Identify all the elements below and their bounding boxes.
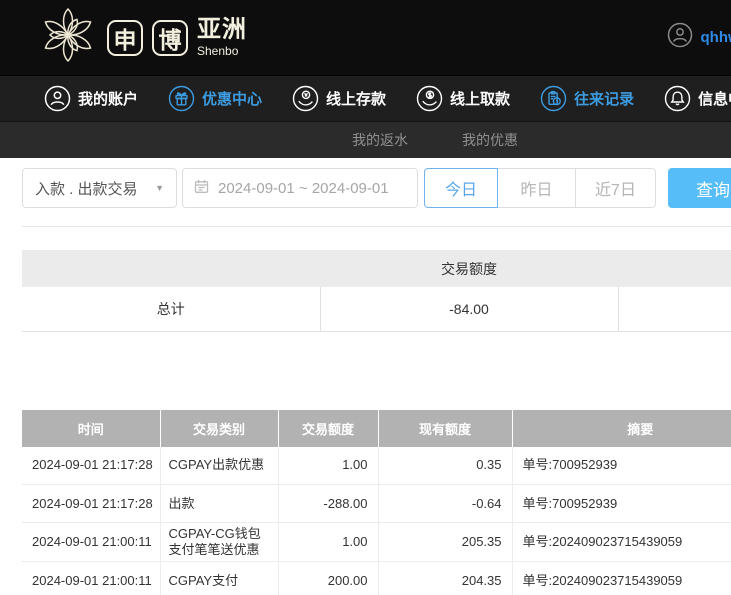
nav-item-label: 线上取款 [450, 88, 510, 109]
transaction-type-select[interactable]: 入款 . 出款交易 ▼ [22, 168, 177, 208]
cell-memo: 单号:202409023715439059 [512, 562, 731, 595]
nav-item-promotions[interactable]: 优惠中心 [168, 85, 262, 112]
search-button[interactable]: 查询 [668, 168, 731, 208]
sub-nav: 我的返水 我的优惠 [0, 121, 731, 158]
last-7-days-button[interactable]: 近7日 [575, 168, 656, 208]
nav-item-my-account[interactable]: 我的账户 [44, 85, 138, 112]
transactions-table: 时间 交易类别 交易额度 现有额度 摘要 2024-09-01 21:17:28… [22, 410, 731, 595]
calendar-icon [194, 179, 209, 198]
table-row: 2024-09-01 21:17:28 CGPAY出款优惠 1.00 0.35 … [22, 447, 731, 485]
col-header-amount: 交易额度 [278, 410, 378, 447]
cell-time: 2024-09-01 21:00:11 [22, 562, 160, 595]
chevron-down-icon: ▼ [155, 183, 164, 193]
top-header: 申 博 亚洲 Shenbo qhhw2 [0, 0, 731, 75]
transaction-type-value: 入款 . 出款交易 [35, 178, 138, 199]
nav-item-label: 往来记录 [574, 88, 634, 109]
withdraw-hand-coin-icon [416, 85, 443, 112]
logo-char-box-1: 申 [107, 20, 143, 56]
table-row: 2024-09-01 21:00:11 CGPAY-CG钱包支付笔笔送优惠 1.… [22, 523, 731, 562]
table-row: 2024-09-01 21:00:11 CGPAY支付 200.00 204.3… [22, 562, 731, 595]
browser-viewport: 申 博 亚洲 Shenbo qhhw2 [0, 0, 731, 595]
col-header-time: 时间 [22, 410, 160, 447]
main-nav: 我的账户 优惠中心 [0, 75, 731, 121]
col-header-balance: 现有额度 [378, 410, 512, 447]
summary-header-amount: 交易额度 [320, 250, 618, 287]
cell-time: 2024-09-01 21:17:28 [22, 447, 160, 485]
filter-row: 入款 . 出款交易 ▼ 2024-09-01 ~ 2024-09-01 今日 昨… [22, 168, 731, 208]
page: 申 博 亚洲 Shenbo qhhw2 [0, 0, 731, 595]
user-block[interactable]: qhhw2 [667, 22, 731, 53]
nav-item-label: 线上存款 [326, 88, 386, 109]
nav-item-messages[interactable]: 信息中心 [664, 85, 731, 112]
subnav-item-rebate[interactable]: 我的返水 [352, 130, 408, 150]
summary-header-empty [22, 250, 320, 287]
cell-time: 2024-09-01 21:17:28 [22, 485, 160, 523]
gift-icon [168, 85, 195, 112]
cell-amount: 1.00 [278, 523, 378, 562]
summary-header-empty-2 [618, 250, 731, 287]
nav-item-records[interactable]: 往来记录 [540, 85, 634, 112]
summary-total-amount: -84.00 [320, 287, 618, 331]
cell-memo: 单号:700952939 [512, 447, 731, 485]
cell-amount: 200.00 [278, 562, 378, 595]
deposit-hand-coin-icon [292, 85, 319, 112]
cell-type: CGPAY支付 [160, 562, 278, 595]
site-logo[interactable]: 申 博 亚洲 Shenbo [38, 5, 247, 70]
cell-balance: -0.64 [378, 485, 512, 523]
date-range-input[interactable]: 2024-09-01 ~ 2024-09-01 [182, 168, 418, 208]
yesterday-button[interactable]: 昨日 [497, 168, 576, 208]
cell-type: CGPAY-CG钱包支付笔笔送优惠 [160, 523, 278, 562]
section-divider [22, 226, 731, 227]
summary-total-empty [618, 287, 731, 331]
quick-range-button-group: 今日 昨日 近7日 [424, 168, 656, 208]
logo-brand: Shenbo [197, 45, 247, 57]
cell-type: CGPAY出款优惠 [160, 447, 278, 485]
col-header-memo: 摘要 [512, 410, 731, 447]
username: qhhw2 [701, 29, 731, 46]
transactions-header-row: 时间 交易类别 交易额度 现有额度 摘要 [22, 410, 731, 447]
cell-amount: -288.00 [278, 485, 378, 523]
nav-item-label: 优惠中心 [202, 88, 262, 109]
cell-memo: 单号:700952939 [512, 485, 731, 523]
cell-balance: 0.35 [378, 447, 512, 485]
summary-total-row: 总计 -84.00 [22, 287, 731, 331]
cell-balance: 204.35 [378, 562, 512, 595]
cell-balance: 205.35 [378, 523, 512, 562]
nav-item-deposit[interactable]: 线上存款 [292, 85, 386, 112]
nav-item-withdraw[interactable]: 线上取款 [416, 85, 510, 112]
logo-char-box-2: 博 [152, 20, 188, 56]
nav-item-label: 我的账户 [78, 88, 138, 109]
summary-total-label: 总计 [22, 287, 320, 331]
cell-type: 出款 [160, 485, 278, 523]
date-range-value: 2024-09-01 ~ 2024-09-01 [218, 180, 389, 197]
summary-header-row: 交易额度 [22, 250, 731, 287]
col-header-type: 交易类别 [160, 410, 278, 447]
records-clipboard-icon [540, 85, 567, 112]
user-avatar-icon [667, 22, 693, 53]
summary-table: 交易额度 总计 -84.00 [22, 250, 731, 332]
subnav-item-promos[interactable]: 我的优惠 [462, 130, 518, 150]
flower-logo-icon [38, 5, 98, 70]
today-button[interactable]: 今日 [424, 168, 498, 208]
bell-icon [664, 85, 691, 112]
nav-item-label: 信息中心 [698, 88, 731, 109]
logo-text: 亚洲 Shenbo [197, 18, 247, 57]
cell-memo: 单号:202409023715439059 [512, 523, 731, 562]
cell-time: 2024-09-01 21:00:11 [22, 523, 160, 562]
user-icon [44, 85, 71, 112]
logo-region: 亚洲 [197, 18, 247, 42]
cell-amount: 1.00 [278, 447, 378, 485]
table-row: 2024-09-01 21:17:28 出款 -288.00 -0.64 单号:… [22, 485, 731, 523]
